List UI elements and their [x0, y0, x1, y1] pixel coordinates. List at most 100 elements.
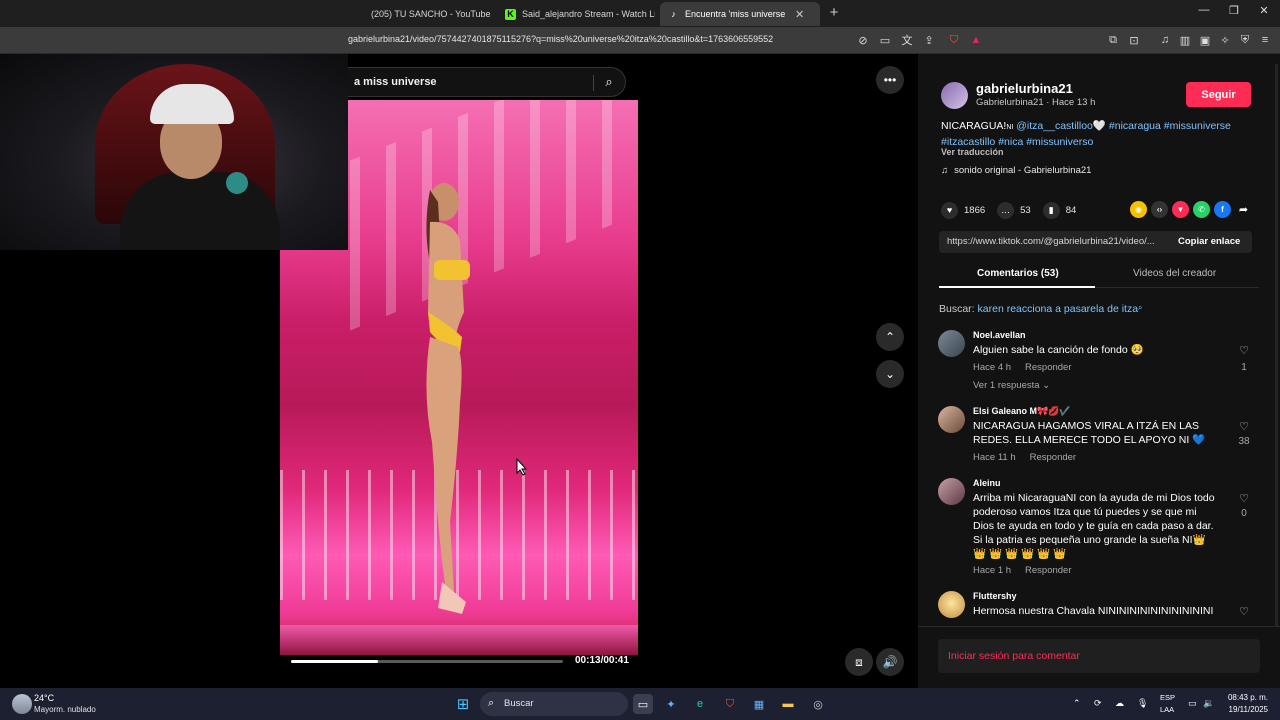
- extensions-icon[interactable]: ⧉: [1105, 32, 1121, 48]
- media-icon[interactable]: ♫: [1157, 32, 1173, 48]
- comment-like-icon[interactable]: ♡: [1236, 492, 1252, 505]
- tab-creator-videos[interactable]: Videos del creador: [1133, 268, 1216, 279]
- brave-shield-icon[interactable]: ⛉: [946, 32, 962, 48]
- link-box: https://www.tiktok.com/@gabrielurbina21/…: [939, 231, 1252, 253]
- comment-like-icon[interactable]: ♡: [1236, 420, 1252, 433]
- task-view-icon[interactable]: ▭: [633, 694, 653, 714]
- forward-share-icon[interactable]: ➦: [1235, 201, 1252, 218]
- cloud-icon[interactable]: [12, 694, 32, 714]
- save-button[interactable]: ▮ 84: [1042, 201, 1076, 219]
- tab-label: (205) TU SANCHO - YouTube: [371, 9, 491, 19]
- clock-time[interactable]: 08:43 p. m.: [1226, 693, 1268, 702]
- close-tab-icon[interactable]: ✕: [795, 8, 804, 21]
- volume-icon[interactable]: 🔉: [1203, 698, 1214, 709]
- tab-youtube[interactable]: (205) TU SANCHO - YouTube: [346, 2, 496, 26]
- volume-icon[interactable]: 🔊: [876, 648, 904, 676]
- mic-icon[interactable]: 🎙: [1137, 698, 1148, 709]
- video-area: a miss universe ⌕ ••• ⌃ ⌄ ⧈ 🔊 00:13/00:4…: [0, 54, 918, 688]
- mention-link[interactable]: @itza__castilloo: [1016, 120, 1093, 132]
- temperature[interactable]: 24°C: [34, 693, 54, 703]
- details-panel: gabrielurbina21 Gabrielurbina21 · Hace 1…: [918, 54, 1280, 688]
- share-icon[interactable]: ⇪: [921, 32, 937, 48]
- menu-icon[interactable]: ≡: [1257, 32, 1273, 48]
- avatar[interactable]: [938, 330, 965, 357]
- comment-like-icon[interactable]: ♡: [1236, 605, 1252, 618]
- username[interactable]: gabrielurbina21: [976, 81, 1073, 96]
- obs-icon[interactable]: ◎: [808, 694, 828, 714]
- reply-button[interactable]: Responder: [1030, 452, 1076, 463]
- previous-video-button[interactable]: ⌃: [876, 323, 904, 351]
- store-icon[interactable]: ▦: [749, 694, 769, 714]
- new-tab-button[interactable]: +: [826, 4, 842, 21]
- tracking-icon[interactable]: ⊘: [855, 32, 871, 48]
- scrollbar[interactable]: [1275, 64, 1278, 664]
- comment-author[interactable]: Aleinu: [973, 478, 1001, 488]
- send-icon[interactable]: ▼: [1172, 201, 1189, 218]
- sync-icon[interactable]: ⟳: [1094, 698, 1102, 709]
- reply-button[interactable]: Responder: [1025, 565, 1071, 576]
- search-icon: ⌕: [488, 697, 495, 709]
- video-link[interactable]: https://www.tiktok.com/@gabrielurbina21/…: [947, 236, 1165, 247]
- wallet-icon[interactable]: ▣: [1197, 32, 1213, 48]
- comment-like-icon[interactable]: ♡: [1236, 344, 1252, 357]
- heart-emoji: 🤍: [1092, 120, 1106, 132]
- tray-chevron-icon[interactable]: ⌃: [1073, 698, 1081, 709]
- copy-link-button[interactable]: Copiar enlace: [1178, 236, 1240, 247]
- close-window-button[interactable]: ✕: [1249, 4, 1279, 17]
- onedrive-icon[interactable]: ☁: [1115, 698, 1124, 709]
- coin-icon[interactable]: ◉: [1130, 201, 1147, 218]
- pip-icon[interactable]: ⧈: [845, 648, 873, 676]
- follow-button[interactable]: Seguir: [1186, 82, 1251, 107]
- view-replies-link[interactable]: Ver 1 respuesta ⌄: [973, 380, 1050, 391]
- avatar[interactable]: [938, 406, 965, 433]
- music-row[interactable]: ♫ sonido original - Gabrielurbina21: [941, 165, 1091, 176]
- reader-mode-icon[interactable]: ▭: [877, 32, 893, 48]
- video-search-bar[interactable]: a miss universe ⌕: [348, 67, 626, 97]
- like-button[interactable]: ♥ 1866: [941, 201, 986, 219]
- vpn-icon[interactable]: ⛨: [1237, 32, 1253, 48]
- language-indicator[interactable]: ESP: [1160, 693, 1175, 702]
- copilot-icon[interactable]: ✦: [661, 694, 681, 714]
- comment-author[interactable]: Fluttershy: [973, 591, 1017, 601]
- search-icon[interactable]: ⌕: [600, 74, 618, 92]
- maximize-button[interactable]: ❐: [1219, 4, 1249, 17]
- heart-icon: ♥: [941, 201, 958, 219]
- translate-icon[interactable]: 文: [899, 32, 915, 48]
- screenshot-icon[interactable]: ⊡: [1126, 32, 1142, 48]
- tab-comments[interactable]: Comentarios (53): [977, 268, 1059, 279]
- sidebar-icon[interactable]: ▥: [1177, 32, 1193, 48]
- next-video-button[interactable]: ⌄: [876, 360, 904, 388]
- translate-link[interactable]: Ver traducción: [941, 147, 1004, 157]
- taskbar-search[interactable]: ⌕ Buscar: [480, 692, 628, 716]
- reply-button[interactable]: Responder: [1025, 362, 1071, 373]
- file-explorer-icon[interactable]: ▬: [778, 694, 798, 714]
- login-to-comment-button[interactable]: Iniciar sesión para comentar: [938, 639, 1260, 673]
- brave-icon[interactable]: ⛉: [720, 694, 740, 714]
- rewards-icon[interactable]: ▲: [968, 32, 984, 48]
- ai-icon[interactable]: ✧: [1217, 32, 1233, 48]
- comment-button[interactable]: … 53: [997, 201, 1031, 219]
- whatsapp-icon[interactable]: ✆: [1193, 201, 1210, 218]
- edge-icon[interactable]: e: [690, 694, 710, 714]
- video-progress-bar[interactable]: [291, 660, 563, 663]
- network-icon[interactable]: ▭: [1188, 698, 1197, 709]
- like-count: 1866: [964, 204, 986, 216]
- hashtag-links[interactable]: #nicaragua #missuniverse: [1109, 120, 1231, 132]
- comment-tabs: Comentarios (53) Videos del creador: [939, 262, 1259, 288]
- minimize-button[interactable]: —: [1189, 4, 1219, 16]
- facebook-icon[interactable]: f: [1214, 201, 1231, 218]
- url-text[interactable]: gabrielurbina21/video/757442740187511527…: [348, 34, 773, 44]
- comment-author[interactable]: Elsi Galeano M🎀💋✔️: [973, 406, 1071, 417]
- avatar[interactable]: [941, 82, 968, 109]
- avatar[interactable]: [938, 591, 965, 618]
- tab-kick[interactable]: K Said_alejandro Stream - Watch Live o: [497, 2, 655, 26]
- embed-icon[interactable]: ‹›: [1151, 201, 1168, 218]
- comment-count: 53: [1020, 204, 1031, 216]
- avatar[interactable]: [938, 478, 965, 505]
- related-search-link[interactable]: karen reacciona a pasarela de itza: [978, 303, 1139, 315]
- comment-item: Aleinu Arriba mi NicaraguaNI con la ayud…: [938, 478, 1260, 578]
- comment-author[interactable]: Noel.avellan: [973, 330, 1026, 340]
- more-options-icon[interactable]: •••: [876, 66, 904, 94]
- tab-tiktok[interactable]: ♪ Encuentra 'miss universe itza ✕: [660, 2, 820, 26]
- start-icon[interactable]: ⊞: [453, 694, 473, 714]
